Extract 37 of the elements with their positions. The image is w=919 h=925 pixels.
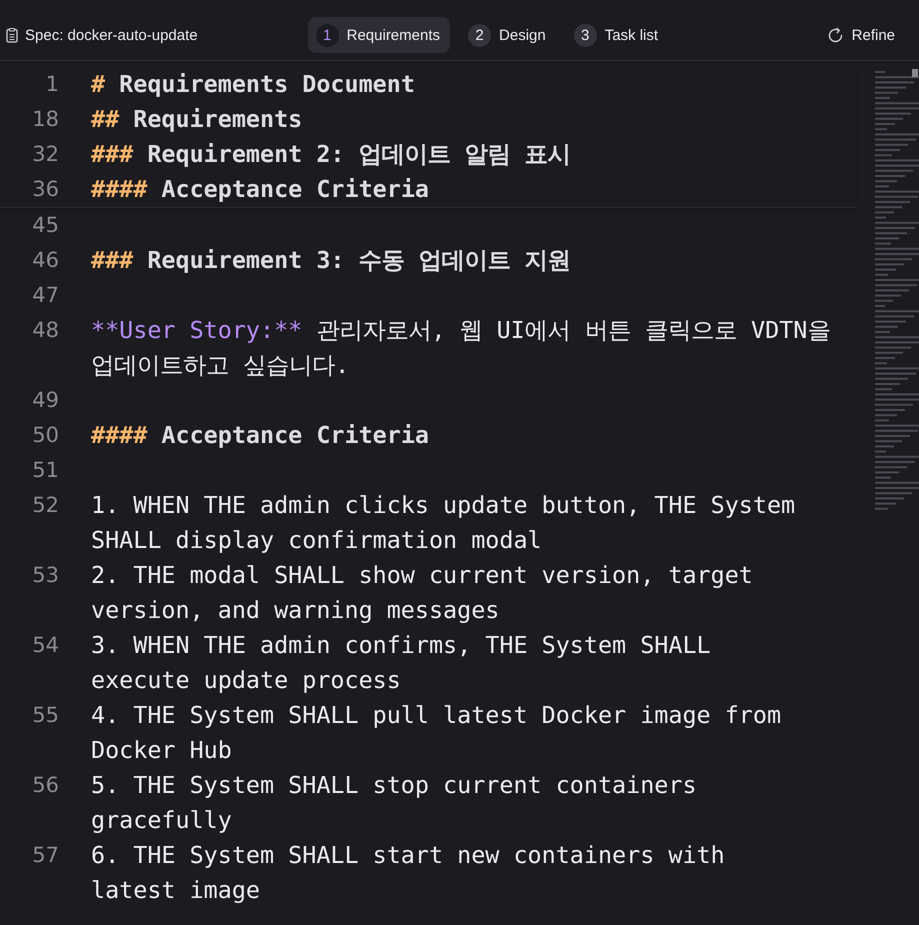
heading-line: ### Requirement 2: 업데이트 알림 표시 [91,139,572,170]
line-number: 32 [31,141,59,168]
document-icon [6,28,18,42]
line-number: 45 [31,212,59,239]
line-number: 1 [44,71,59,98]
text-line: 1. WHEN THE admin clicks update button, THE System SHALL display confirmation modal [91,490,796,556]
text-line: 4. THE System SHALL pull latest Docker image from Docker Hub [91,700,782,766]
step-tab[interactable]: 3 Task list [566,17,668,53]
line-number: 18 [31,106,59,133]
line-number: 49 [31,387,59,414]
step-tab[interactable]: 2 Design [460,17,556,53]
heading-line: ## Requirements [91,104,304,135]
line-number: 47 [31,282,59,309]
text-line: 2. THE modal SHALL show current version, target version, and warning messages [91,560,754,626]
heading-line: ### Requirement 3: 수동 업데이트 지원 [91,245,572,276]
heading-line: # Requirements Document [91,69,416,100]
text-line: 3. WHEN THE admin confirms, THE System SHALL execute update process [91,630,712,696]
refine-button[interactable]: Refine [820,26,901,44]
refresh-icon [826,26,844,44]
line-number: 46 [31,247,59,274]
line-number: 57 [31,842,59,869]
spec-title: Spec: docker-auto-update [25,26,198,44]
line-number: 48 [31,317,59,344]
line-number: 56 [31,772,59,799]
heading-line: #### Acceptance Criteria [91,420,430,451]
step-tab[interactable]: 1 Requirements [308,17,450,53]
line-number: 51 [31,457,59,484]
line-number: 53 [31,562,59,589]
line-number: 55 [31,702,59,729]
text-line: 5. THE System SHALL stop current containers gracefully [91,770,698,836]
line-number: 52 [31,492,59,519]
text-line: **User Story:** 관리자로서, 웹 UI에서 버튼 클릭으로 VDTN을 업데이트하고 싶습니다. [91,315,832,381]
line-number: 54 [31,632,59,659]
line-number: 36 [31,176,59,203]
heading-line: #### Acceptance Criteria [91,174,430,205]
text-line: 6. THE System SHALL start new containers with latest image [91,840,726,906]
line-number: 50 [31,422,59,449]
